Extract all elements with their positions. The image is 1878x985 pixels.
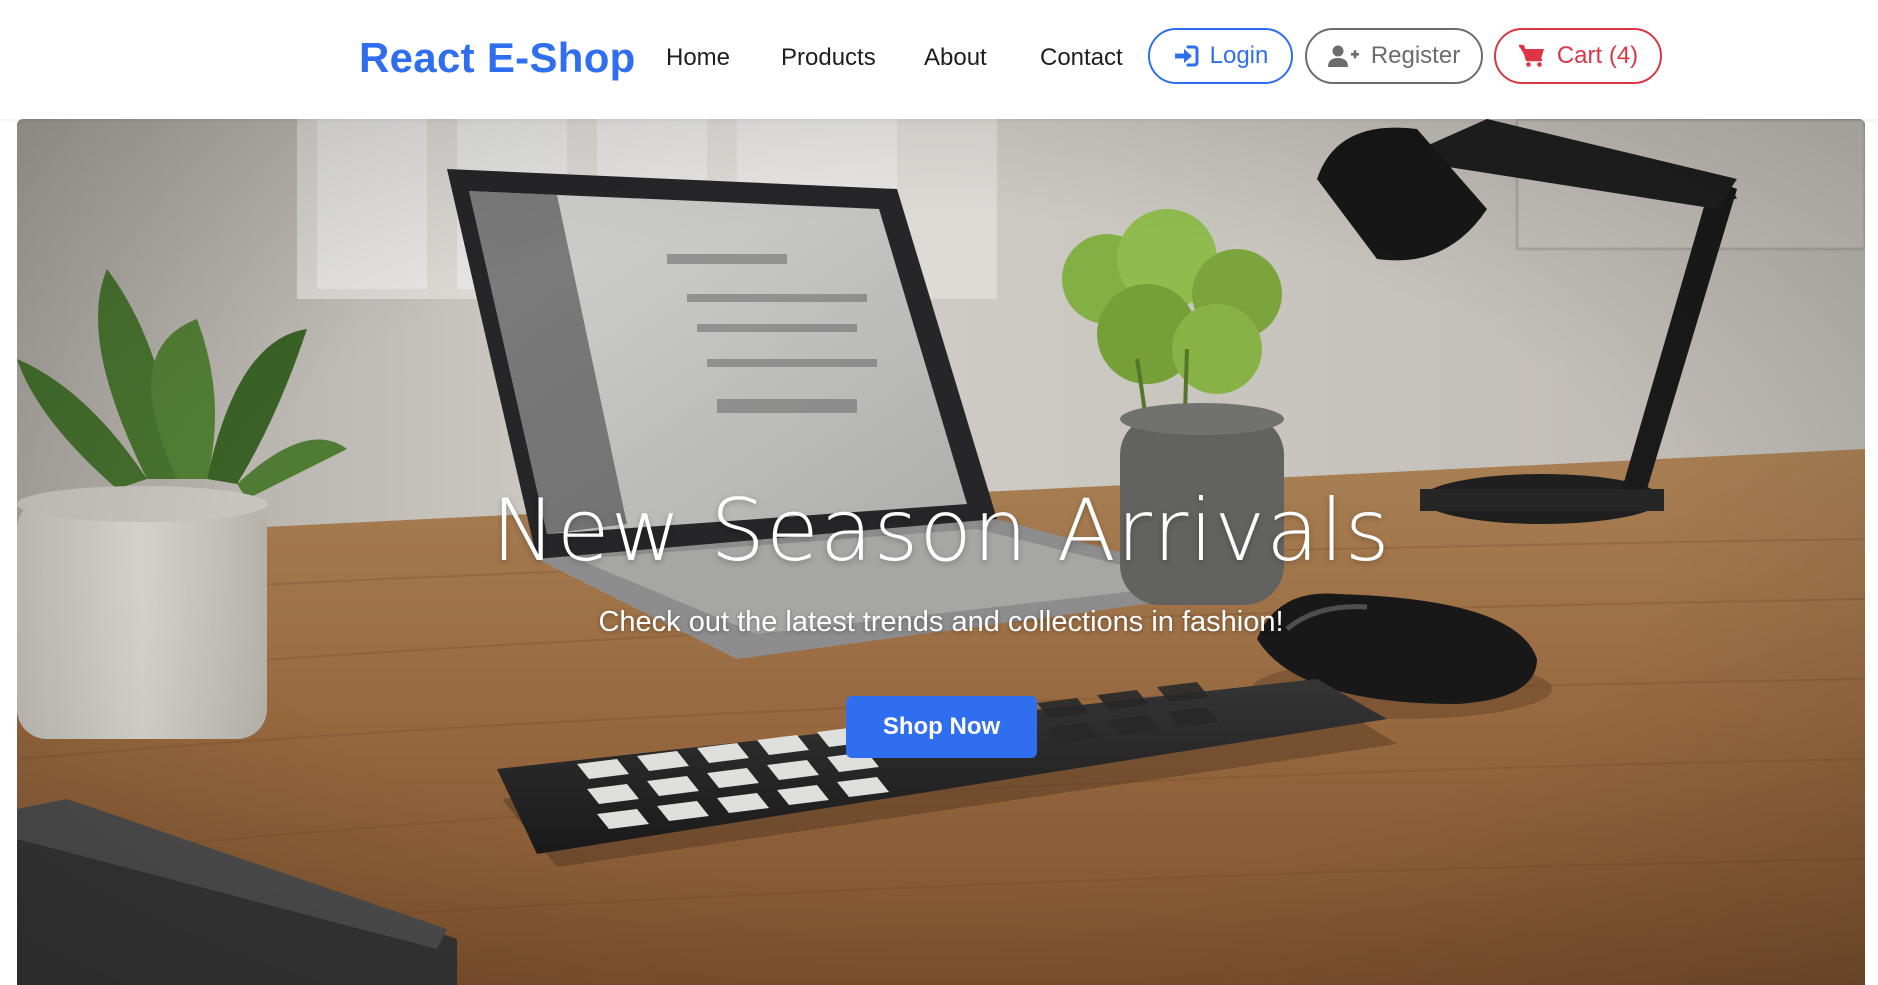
- hero-subtitle: Check out the latest trends and collecti…: [598, 606, 1284, 638]
- cart-icon: [1518, 44, 1546, 68]
- nav-link-products[interactable]: Products: [781, 41, 876, 75]
- navbar: React E-Shop Home Products About Contact…: [0, 0, 1878, 119]
- nav-link-contact[interactable]: Contact: [1040, 41, 1123, 75]
- brand-logo[interactable]: React E-Shop: [359, 34, 636, 82]
- hero-banner: New Season Arrivals Check out the latest…: [17, 119, 1865, 985]
- cart-button[interactable]: Cart (4): [1494, 28, 1662, 84]
- register-label: Register: [1370, 42, 1461, 69]
- nav-link-about[interactable]: About: [924, 41, 987, 75]
- cart-label: Cart (4): [1556, 42, 1639, 69]
- sign-in-icon: [1173, 44, 1199, 68]
- login-label: Login: [1209, 42, 1269, 69]
- shop-now-button[interactable]: Shop Now: [846, 696, 1037, 758]
- register-button[interactable]: Register: [1305, 28, 1483, 84]
- nav-link-home[interactable]: Home: [666, 41, 730, 75]
- hero-title: New Season Arrivals: [491, 481, 1391, 581]
- user-plus-icon: [1327, 44, 1360, 68]
- login-button[interactable]: Login: [1148, 28, 1293, 84]
